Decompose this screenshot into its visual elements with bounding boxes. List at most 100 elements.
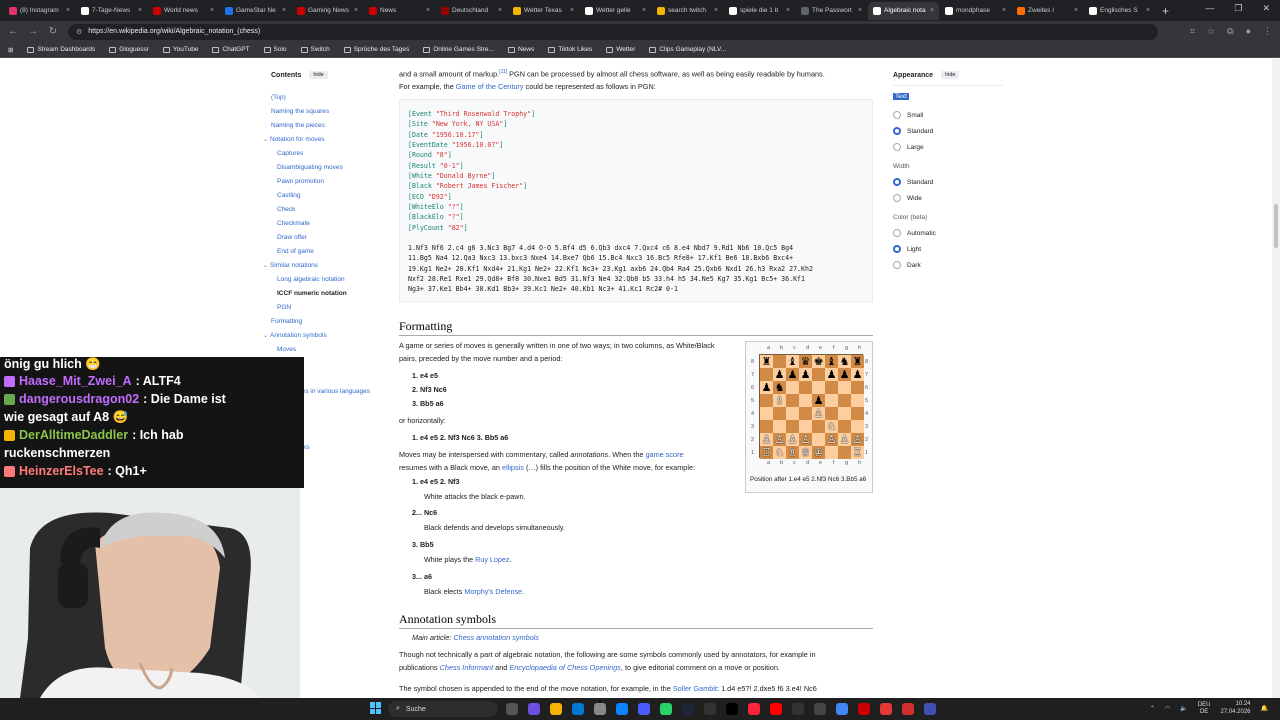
citation-11[interactable]: [11] (499, 69, 507, 75)
browser-tab[interactable]: Gaming News × (292, 2, 363, 20)
eco-link[interactable]: Encyclopaedia of Chess Openings (509, 663, 621, 672)
tab-close-icon[interactable]: × (714, 7, 718, 14)
toc-item[interactable]: Castling (262, 189, 387, 203)
chevron-down-icon[interactable]: ⌄ (263, 259, 270, 273)
store-icon[interactable] (616, 703, 628, 715)
chess-informant-link[interactable]: Chess Informant (440, 663, 494, 672)
app-icon[interactable] (814, 703, 826, 715)
tab-close-icon[interactable]: × (1002, 7, 1006, 14)
bookmark-item[interactable]: Online Games Stre... (423, 46, 494, 53)
ellipsis-link[interactable]: ellipsis (502, 463, 524, 472)
tab-close-icon[interactable]: × (66, 7, 70, 14)
chess-annotation-symbols-link[interactable]: Chess annotation symbols (453, 633, 539, 642)
appearance-hide-button[interactable]: hide (941, 71, 960, 79)
toc-item[interactable]: Check (262, 203, 387, 217)
language-indicator[interactable]: DEU DE (1198, 702, 1211, 716)
tab-close-icon[interactable]: × (138, 7, 142, 14)
toc-item[interactable]: (Top) (262, 91, 387, 105)
toc-hide-button[interactable]: hide (309, 71, 328, 79)
app-icon[interactable] (924, 703, 936, 715)
bookmark-star-icon[interactable]: ☆ (1207, 26, 1215, 37)
back-icon[interactable]: ← (8, 26, 18, 37)
tab-close-icon[interactable]: × (1074, 7, 1078, 14)
radio-button-icon[interactable] (893, 229, 901, 237)
toc-item[interactable]: Draw offer (262, 231, 387, 245)
settings-icon[interactable] (594, 703, 606, 715)
url-field[interactable]: ⚙ https://en.wikipedia.org/wiki/Algebrai… (68, 23, 1158, 40)
game-of-the-century-link[interactable]: Game of the Century (456, 82, 524, 91)
site-info-icon[interactable]: ⚙ (76, 28, 82, 36)
clock[interactable]: 10:24 27.04.2026 (1220, 701, 1250, 716)
radio-button-icon[interactable] (893, 111, 901, 119)
chat-username[interactable]: HeinzerElsTee (19, 464, 104, 478)
tab-close-icon[interactable]: × (858, 7, 862, 14)
browser-tab[interactable]: World news × (148, 2, 219, 20)
browser-tab[interactable]: Englisches S × (1084, 2, 1155, 20)
scroll-thumb[interactable] (1274, 204, 1278, 248)
translate-icon[interactable]: ⌗ (1190, 26, 1195, 37)
bookmark-item[interactable]: Clips Gameplay (NLV... (649, 46, 726, 53)
whatsapp-icon[interactable] (660, 703, 672, 715)
browser-tab[interactable]: Zweites I × (1012, 2, 1083, 20)
bookmark-item[interactable]: Sprüche des Tages (343, 46, 409, 53)
profile-icon[interactable]: ● (1246, 26, 1251, 37)
tab-close-icon[interactable]: × (498, 7, 502, 14)
bookmark-item[interactable]: YouTube (162, 46, 198, 53)
toc-item[interactable]: Checkmate (262, 217, 387, 231)
volume-icon[interactable]: 🔈 (1180, 705, 1187, 712)
tab-close-icon[interactable]: × (930, 7, 934, 14)
bookmark-item[interactable]: Wetter (606, 46, 635, 53)
app-icon[interactable] (858, 703, 870, 715)
toc-item[interactable]: Disambiguating moves (262, 161, 387, 175)
toc-item[interactable]: ⌄ Similar notations (262, 259, 387, 273)
browser-tab[interactable]: Wetter gelle × (580, 2, 651, 20)
notifications-icon[interactable]: 🔔 (1261, 705, 1268, 712)
browser-tab[interactable]: (8) Instagram × (4, 2, 75, 20)
browser-tab[interactable]: The Passwort × (796, 2, 867, 20)
tab-close-icon[interactable]: × (354, 7, 358, 14)
toc-item[interactable]: ⌄ Annotation symbols (262, 329, 387, 343)
radio-button-icon[interactable] (893, 178, 901, 186)
chrome-icon[interactable] (836, 703, 848, 715)
bookmark-item[interactable]: News (507, 46, 534, 53)
chat-username[interactable]: DerAlltimeDaddler (19, 428, 128, 442)
radio-option[interactable]: Dark (893, 257, 1003, 273)
extensions-icon[interactable]: ⧉ (1227, 26, 1233, 37)
game-score-link[interactable]: game score (645, 450, 683, 459)
radio-button-icon[interactable] (893, 127, 901, 135)
toc-item[interactable]: PGN (262, 301, 387, 315)
radio-button-icon[interactable] (893, 261, 901, 269)
browser-tab[interactable]: GameStar Ne × (220, 2, 291, 20)
bookmark-item[interactable]: Stream Dashboards (27, 46, 95, 53)
radio-button-icon[interactable] (893, 194, 901, 202)
tab-close-icon[interactable]: × (786, 7, 790, 14)
app-icon[interactable] (880, 703, 892, 715)
file-explorer-icon[interactable] (550, 703, 562, 715)
steam-icon[interactable] (682, 703, 694, 715)
new-tab-icon[interactable]: + (1162, 4, 1169, 18)
app-icon[interactable] (528, 703, 540, 715)
wifi-icon[interactable]: ◠ (1165, 705, 1170, 712)
taskbar-search[interactable]: ⌕ Suche (388, 701, 498, 717)
start-button[interactable] (370, 702, 382, 714)
toc-item[interactable]: Naming the pieces (262, 119, 387, 133)
task-view-icon[interactable] (506, 703, 518, 715)
apps-grid-icon[interactable]: ⊞ (8, 46, 13, 54)
bookmark-item[interactable]: Switch (300, 46, 330, 53)
youtube-icon[interactable] (770, 703, 782, 715)
radio-button-icon[interactable] (893, 143, 901, 151)
bookmark-item[interactable]: Solo (263, 46, 287, 53)
app-icon[interactable] (902, 703, 914, 715)
radio-option[interactable]: Wide (893, 190, 1003, 206)
browser-tab[interactable]: Algebraic nota × (868, 1, 939, 20)
tab-close-icon[interactable]: × (282, 7, 286, 14)
tab-close-icon[interactable]: × (642, 7, 646, 14)
radio-option[interactable]: Light (893, 241, 1003, 257)
radio-option[interactable]: Small (893, 107, 1003, 123)
bookmark-item[interactable]: ChatGPT (212, 46, 250, 53)
minimize-icon[interactable]: — (1205, 3, 1214, 14)
app-icon[interactable] (704, 703, 716, 715)
discord-icon[interactable] (638, 703, 650, 715)
toc-item[interactable]: End of game (262, 245, 387, 259)
tray-chevron-icon[interactable]: ⌃ (1150, 705, 1155, 712)
